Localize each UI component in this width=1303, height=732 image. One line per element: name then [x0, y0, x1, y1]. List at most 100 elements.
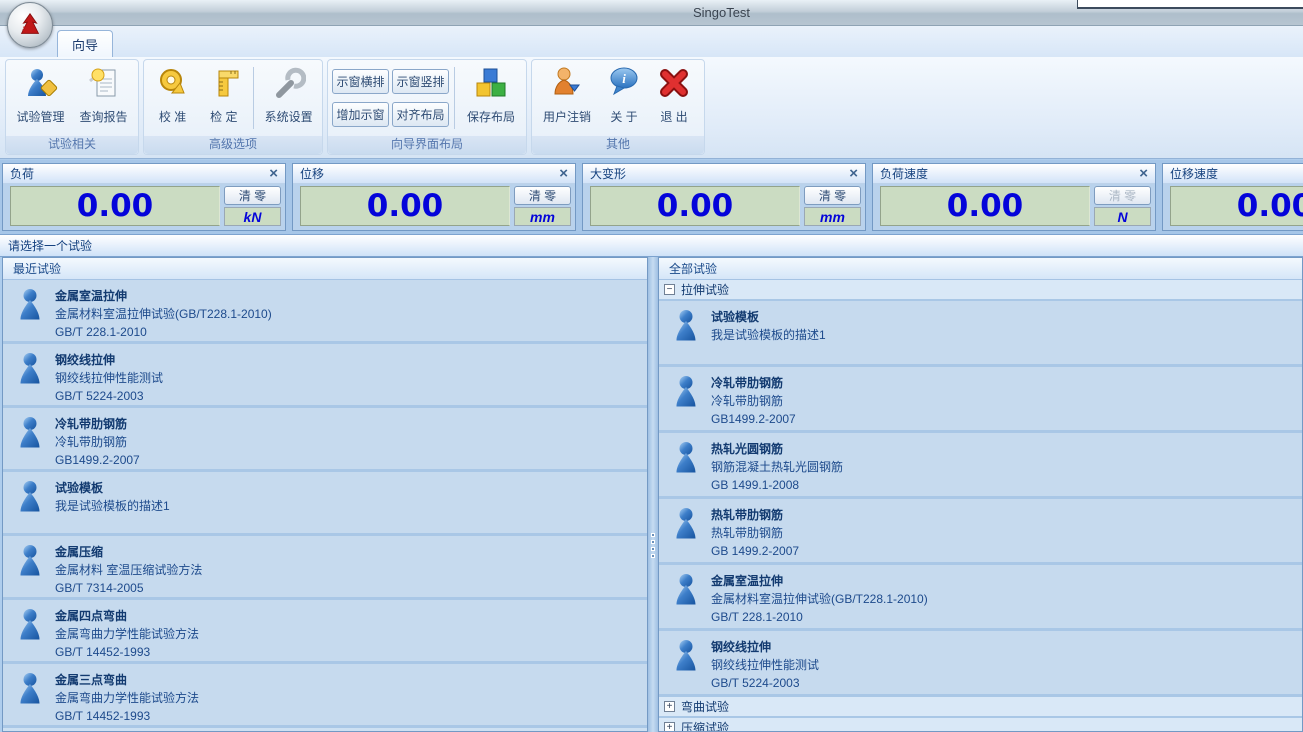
unit-label: mm [514, 207, 571, 226]
test-item[interactable]: 试验模板我是试验模板的描述1 [3, 472, 647, 536]
system-settings-label: 系统设置 [265, 108, 313, 125]
tree-node[interactable]: +弯曲试验 [659, 697, 1302, 718]
unit-label: mm [804, 207, 861, 226]
close-icon[interactable]: × [1139, 167, 1148, 181]
all-tests-panel: 全部试验 −拉伸试验试验模板我是试验模板的描述1冷轧带肋钢筋冷轧带肋钢筋GB14… [658, 257, 1303, 732]
query-report-label: 查询报告 [79, 108, 127, 125]
test-item-description: 冷轧带肋钢筋 [711, 392, 796, 410]
gauge-titlebar: 大变形× [583, 164, 865, 184]
test-item-text: 试验模板我是试验模板的描述1 [55, 472, 170, 533]
gauge-title: 位移速度 [1170, 165, 1303, 182]
test-item[interactable]: 金属压缩金属材料 室温压缩试验方法GB/T 7314-2005 [3, 536, 647, 600]
test-item-title: 热轧光圆钢筋 [711, 440, 843, 458]
test-item-title: 试验模板 [55, 479, 170, 497]
test-item-title: 冷轧带肋钢筋 [711, 374, 796, 392]
ribbon-tab-strip: 向导 [0, 26, 1303, 57]
gauge-body: 0.00清 零 mm [293, 184, 575, 230]
test-item-text: 热轧带肋钢筋热轧带肋钢筋GB 1499.2-2007 [711, 499, 799, 562]
calibrate-button[interactable]: 校 准 [148, 62, 197, 134]
expand-icon[interactable]: + [664, 722, 675, 732]
test-item-title: 试验模板 [711, 308, 826, 326]
unit-label: N [1094, 207, 1151, 226]
test-management-button[interactable]: 试验管理 [10, 62, 71, 134]
gauge-value: 0.00 [300, 186, 510, 226]
test-item[interactable]: 冷轧带肋钢筋冷轧带肋钢筋GB1499.2-2007 [659, 367, 1302, 433]
collapse-icon[interactable]: − [664, 284, 675, 295]
verify-button[interactable]: 检 定 [199, 62, 248, 134]
panel-splitter[interactable] [648, 257, 658, 732]
clear-zero-button[interactable]: 清 零 [514, 186, 571, 205]
windows-vertical-button[interactable]: 示窗竖排 [392, 69, 449, 94]
test-selection-area: 最近试验 金属室温拉伸金属材料室温拉伸试验(GB/T228.1-2010)GB/… [0, 257, 1303, 732]
gauge-value: 0.00 [880, 186, 1090, 226]
test-item-title: 钢绞线拉伸 [55, 351, 163, 369]
gauge-title: 负荷 [10, 165, 269, 182]
test-item-description: 冷轧带肋钢筋 [55, 433, 140, 451]
save-layout-button[interactable]: 保存布局 [460, 62, 522, 134]
close-icon[interactable]: × [559, 167, 568, 181]
test-item[interactable]: 钢绞线拉伸钢绞线拉伸性能测试GB/T 5224-2003 [659, 631, 1302, 697]
test-item-standard: GB1499.2-2007 [711, 410, 796, 428]
all-tests-tree: −拉伸试验试验模板我是试验模板的描述1冷轧带肋钢筋冷轧带肋钢筋GB1499.2-… [659, 280, 1302, 732]
recent-tests-panel: 最近试验 金属室温拉伸金属材料室温拉伸试验(GB/T228.1-2010)GB/… [2, 257, 648, 732]
test-item[interactable]: 热轧带肋钢筋热轧带肋钢筋GB 1499.2-2007 [659, 499, 1302, 565]
group-separator [253, 67, 254, 129]
test-item-description: 金属材料室温拉伸试验(GB/T228.1-2010) [711, 590, 928, 608]
query-report-button[interactable]: 查询报告 [73, 62, 134, 134]
ribbon: 试验管理 查询报告 试验相关 [0, 57, 1303, 159]
background-window-edge[interactable] [1077, 0, 1303, 9]
ribbon-group-label: 试验相关 [6, 136, 138, 154]
gauge-body: 0.00清 零N [873, 184, 1155, 230]
gauge-titlebar: 负荷速度× [873, 164, 1155, 184]
app-menu-button[interactable] [7, 2, 53, 48]
tree-node[interactable]: + 压缩试验 [659, 718, 1302, 732]
ribbon-group-label: 其他 [532, 136, 704, 154]
test-item-description: 钢筋混凝土热轧光圆钢筋 [711, 458, 843, 476]
test-item[interactable]: 金属三点弯曲金属弯曲力学性能试验方法GB/T 14452-1993 [3, 664, 647, 728]
test-item-description: 我是试验模板的描述1 [55, 497, 170, 515]
user-logout-button[interactable]: 用户注销 [536, 62, 598, 134]
test-pawn-icon [17, 480, 49, 533]
app-logo-icon [16, 11, 44, 39]
tree-node[interactable]: −拉伸试验 [659, 280, 1302, 301]
test-item-text: 热轧光圆钢筋钢筋混凝土热轧光圆钢筋GB 1499.1-2008 [711, 433, 843, 496]
close-icon[interactable]: × [269, 167, 278, 181]
clear-zero-button[interactable]: 清 零 [224, 186, 281, 205]
clear-zero-button[interactable]: 清 零 [804, 186, 861, 205]
test-item[interactable]: 冷轧带肋钢筋冷轧带肋钢筋GB1499.2-2007 [3, 408, 647, 472]
test-pawn-icon [673, 375, 705, 430]
test-item[interactable]: 试验模板我是试验模板的描述1 [659, 301, 1302, 367]
test-item-title: 冷轧带肋钢筋 [55, 415, 140, 433]
exit-label: 退 出 [660, 108, 687, 125]
expand-icon[interactable]: + [664, 701, 675, 712]
test-item-standard: GB/T 7314-2005 [55, 579, 202, 597]
gauge-panel: 大变形×0.00清 零mm [582, 163, 866, 231]
about-button[interactable]: i 关 于 [600, 62, 648, 134]
test-item[interactable]: 金属四点弯曲金属弯曲力学性能试验方法GB/T 14452-1993 [3, 600, 647, 664]
gauge-titlebar: 位移速度 [1163, 164, 1303, 184]
tab-wizard[interactable]: 向导 [57, 30, 113, 57]
test-item-text: 金属四点弯曲金属弯曲力学性能试验方法GB/T 14452-1993 [55, 600, 199, 661]
test-item-description: 钢绞线拉伸性能测试 [55, 369, 163, 387]
align-layout-button[interactable]: 对齐布局 [392, 102, 449, 127]
exit-button[interactable]: 退 出 [650, 62, 698, 134]
test-item[interactable]: 热轧光圆钢筋钢筋混凝土热轧光圆钢筋GB 1499.1-2008 [659, 433, 1302, 499]
add-window-button[interactable]: 增加示窗 [332, 102, 389, 127]
tape-measure-icon [156, 66, 190, 105]
windows-horizontal-button[interactable]: 示窗横排 [332, 69, 389, 94]
gauge-side: 清 零kN [224, 186, 281, 226]
tree-node-label: 压缩试验 [681, 719, 729, 732]
verify-label: 检 定 [210, 108, 237, 125]
test-item[interactable]: 金属室温拉伸金属材料室温拉伸试验(GB/T228.1-2010)GB/T 228… [659, 565, 1302, 631]
close-icon[interactable]: × [849, 167, 858, 181]
test-item-text: 钢绞线拉伸钢绞线拉伸性能测试GB/T 5224-2003 [711, 631, 819, 694]
system-settings-button[interactable]: 系统设置 [259, 62, 318, 134]
test-item[interactable]: 钢绞线拉伸钢绞线拉伸性能测试GB/T 5224-2003 [3, 344, 647, 408]
test-pawn-icon [17, 544, 49, 597]
test-item-standard: GB/T 228.1-2010 [711, 608, 928, 626]
test-management-icon [24, 66, 58, 105]
test-item-description: 金属材料 室温压缩试验方法 [55, 561, 202, 579]
test-item[interactable]: 金属室温拉伸金属材料室温拉伸试验(GB/T228.1-2010)GB/T 228… [3, 280, 647, 344]
test-item-standard: GB/T 228.1-2010 [55, 323, 272, 341]
user-logout-label: 用户注销 [543, 108, 591, 125]
